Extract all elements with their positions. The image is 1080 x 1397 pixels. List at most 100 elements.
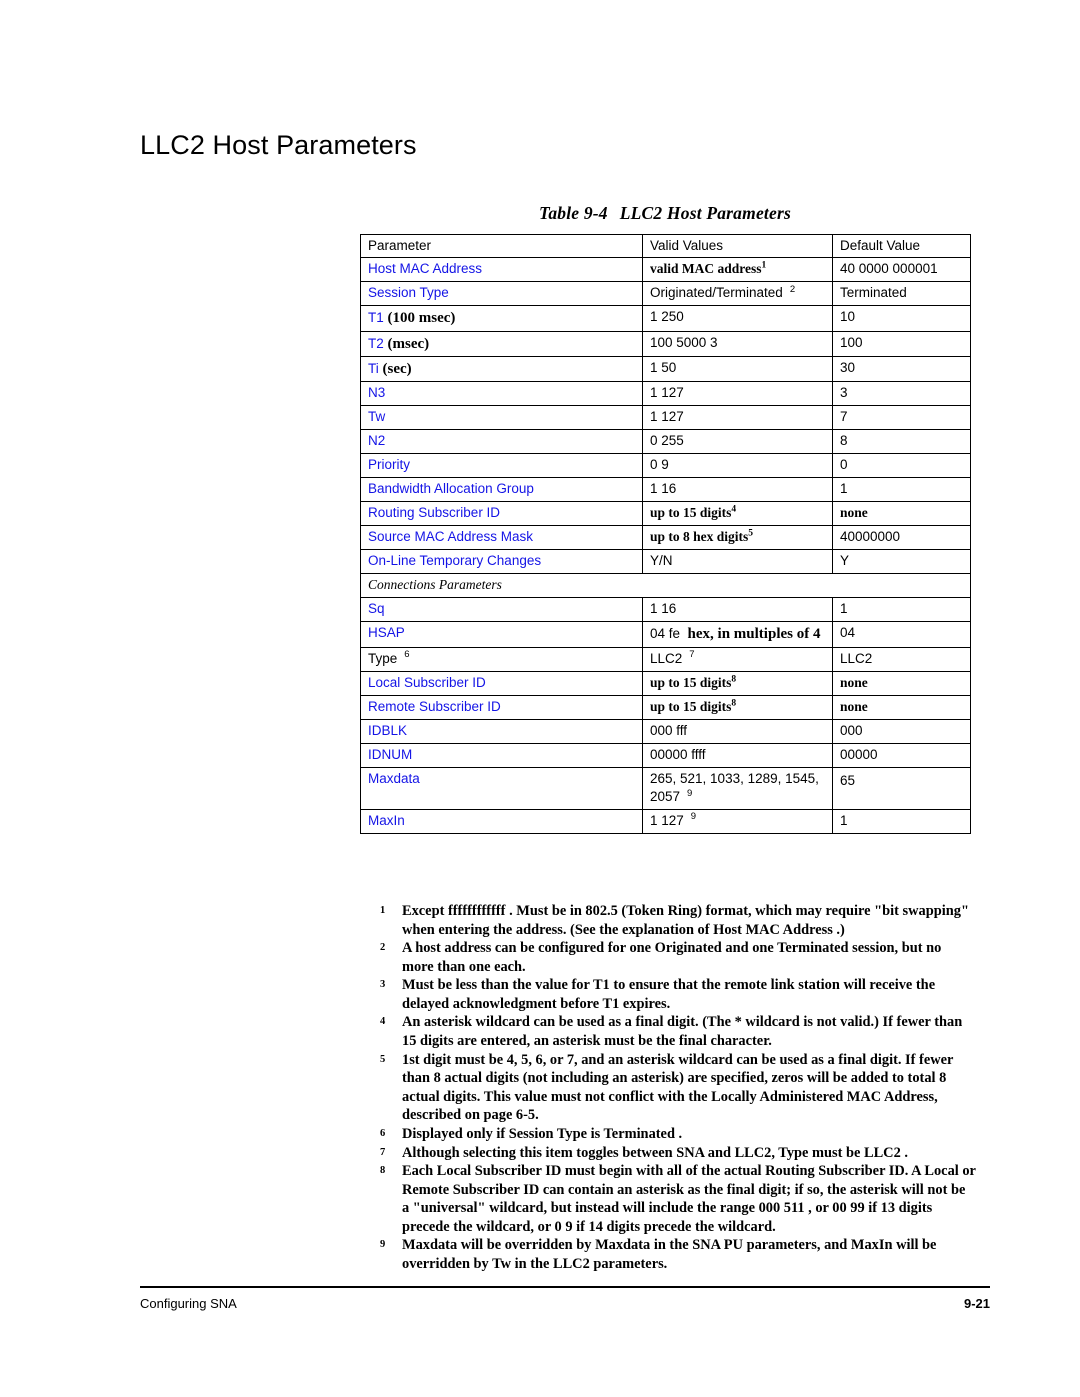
valid-idnum: 00000 ffff: [642, 742, 833, 768]
param-tw[interactable]: Tw: [360, 405, 643, 431]
column-header-default-value: Default Value: [832, 233, 971, 259]
param-priority[interactable]: Priority: [360, 453, 643, 479]
param-session-type[interactable]: Session Type: [360, 281, 643, 307]
default-session-type: Terminated: [832, 281, 971, 307]
table-row: Sq 1 16 1: [360, 597, 971, 623]
param-t1[interactable]: T1 (100 msec): [360, 305, 643, 332]
footnote-item: 2 A host address can be configured for on…: [376, 939, 976, 976]
footnote-number: 8: [380, 1165, 386, 1177]
valid-bandwidth-allocation-group: 1 16: [642, 477, 833, 503]
param-sq[interactable]: Sq: [360, 597, 643, 623]
table-row: Maxdata 265, 521, 1033, 1289, 1545, 2057 9…: [360, 766, 971, 810]
table-row: Routing Subscriber ID up to 15 digits4 n…: [360, 501, 971, 527]
footnote-number: 3: [380, 979, 386, 991]
footnote-item: 4 An asterisk wildcard can be used as a f…: [376, 1013, 976, 1050]
valid-session-type: Originated/Terminated 2: [642, 281, 833, 307]
valid-n3: 1 127: [642, 381, 833, 407]
footnote-text: 1st digit must be 4, 5, 6, or 7, and an …: [402, 1051, 954, 1124]
valid-host-mac-address: valid MAC address1: [642, 257, 833, 283]
valid-n2: 0 255: [642, 429, 833, 455]
table-row: N2 0 255 8: [360, 429, 971, 455]
footnote-item: 3 Must be less than the value for T1 to e…: [376, 976, 976, 1013]
param-maxdata[interactable]: Maxdata: [360, 766, 643, 810]
table-section-row-connections-parameters: Connections Parameters: [360, 573, 971, 599]
footnote-item: 5 1st digit must be 4, 5, 6, or 7, and an…: [376, 1051, 976, 1125]
footnote-text: A host address can be configured for one…: [402, 940, 942, 975]
footnote-number: 6: [380, 1127, 386, 1139]
footnote-number: 5: [380, 1053, 386, 1065]
param-ti[interactable]: Ti (sec): [360, 356, 643, 383]
valid-on-line-temporary-changes: Y/N: [642, 549, 833, 575]
section-label: Connections Parameters: [360, 573, 971, 599]
table-row: Priority 0 9 0: [360, 453, 971, 479]
param-routing-subscriber-id[interactable]: Routing Subscriber ID: [360, 501, 643, 527]
default-host-mac-address: 40 0000 000001: [832, 257, 971, 283]
param-idblk[interactable]: IDBLK: [360, 718, 643, 744]
valid-local-subscriber-id: up to 15 digits8: [642, 670, 833, 696]
table-row: Bandwidth Allocation Group 1 16 1: [360, 477, 971, 503]
valid-sq: 1 16: [642, 597, 833, 623]
table-row: T2 (msec) 100 5000 3 100: [360, 330, 971, 358]
footnote-item: 6 Displayed only if Session Type is Termi…: [376, 1125, 976, 1144]
param-local-subscriber-id[interactable]: Local Subscriber ID: [360, 670, 643, 696]
table-row: IDBLK 000 fff 000: [360, 718, 971, 744]
footnote-item: 1 Except ffffffffffff . Must be in 802.5 …: [376, 902, 976, 939]
table-row: Local Subscriber ID up to 15 digits8 non…: [360, 670, 971, 696]
table-row: Remote Subscriber ID up to 15 digits8 no…: [360, 694, 971, 720]
param-type[interactable]: Type 6: [360, 646, 643, 672]
column-header-valid-values: Valid Values: [642, 233, 833, 259]
param-hsap[interactable]: HSAP: [360, 621, 643, 648]
default-tw: 7: [832, 405, 971, 431]
table-caption-number: Table 9-4: [539, 203, 608, 223]
footnote-item: 7 Although selecting this item toggles be…: [376, 1144, 976, 1163]
default-maxin: 1: [832, 808, 971, 834]
default-ti: 30: [832, 356, 971, 383]
footnote-number: 9: [380, 1239, 386, 1251]
default-local-subscriber-id: none: [832, 670, 971, 696]
footnote-item: 8 Each Local Subscriber ID must begin wit…: [376, 1162, 976, 1236]
default-maxdata: 65: [832, 766, 971, 810]
param-t2[interactable]: T2 (msec): [360, 330, 643, 358]
default-idblk: 000: [832, 718, 971, 744]
default-remote-subscriber-id: none: [832, 694, 971, 720]
llc2-host-parameters-table: Parameter Valid Values Default Value Hos…: [360, 233, 971, 834]
default-sq: 1: [832, 597, 971, 623]
footnote-text: Each Local Subscriber ID must begin with…: [402, 1163, 976, 1235]
footnote-text: Except ffffffffffff . Must be in 802.5 (…: [402, 903, 969, 938]
param-maxin[interactable]: MaxIn: [360, 808, 643, 834]
table-row: Session Type Originated/Terminated 2 Term…: [360, 281, 971, 307]
default-source-mac-address-mask: 40000000: [832, 525, 971, 551]
valid-priority: 0 9: [642, 453, 833, 479]
footnote-item: 9 Maxdata will be overridden by Maxdata i…: [376, 1236, 976, 1273]
param-n3[interactable]: N3: [360, 381, 643, 407]
default-bandwidth-allocation-group: 1: [832, 477, 971, 503]
valid-routing-subscriber-id: up to 15 digits4: [642, 501, 833, 527]
valid-remote-subscriber-id: up to 15 digits8: [642, 694, 833, 720]
table-row: Type 6 LLC2 7 LLC2: [360, 646, 971, 672]
table-body: Host MAC Address valid MAC address1 40 0…: [360, 257, 971, 834]
valid-t1: 1 250: [642, 305, 833, 332]
param-host-mac-address[interactable]: Host MAC Address: [360, 257, 643, 283]
table-caption-title: LLC2 Host Parameters: [619, 203, 791, 223]
param-on-line-temporary-changes[interactable]: On-Line Temporary Changes: [360, 549, 643, 575]
column-header-parameter: Parameter: [360, 233, 643, 259]
default-t1: 10: [832, 305, 971, 332]
footnote-text: An asterisk wildcard can be used as a fi…: [402, 1014, 963, 1050]
footnote-text: Maxdata will be overridden by Maxdata in…: [402, 1237, 937, 1272]
param-bandwidth-allocation-group[interactable]: Bandwidth Allocation Group: [360, 477, 643, 503]
default-on-line-temporary-changes: Y: [832, 549, 971, 575]
default-hsap: 04: [832, 621, 971, 648]
param-idnum[interactable]: IDNUM: [360, 742, 643, 768]
valid-ti: 1 50: [642, 356, 833, 383]
default-n3: 3: [832, 381, 971, 407]
param-source-mac-address-mask[interactable]: Source MAC Address Mask: [360, 525, 643, 551]
default-routing-subscriber-id: none: [832, 501, 971, 527]
table-row: Tw 1 127 7: [360, 405, 971, 431]
valid-source-mac-address-mask: up to 8 hex digits5: [642, 525, 833, 551]
default-priority: 0: [832, 453, 971, 479]
table-row: Source MAC Address Mask up to 8 hex digi…: [360, 525, 971, 551]
param-remote-subscriber-id[interactable]: Remote Subscriber ID: [360, 694, 643, 720]
page-title: LLC2 Host Parameters: [140, 130, 417, 161]
param-n2[interactable]: N2: [360, 429, 643, 455]
footnote-number: 1: [380, 905, 386, 916]
